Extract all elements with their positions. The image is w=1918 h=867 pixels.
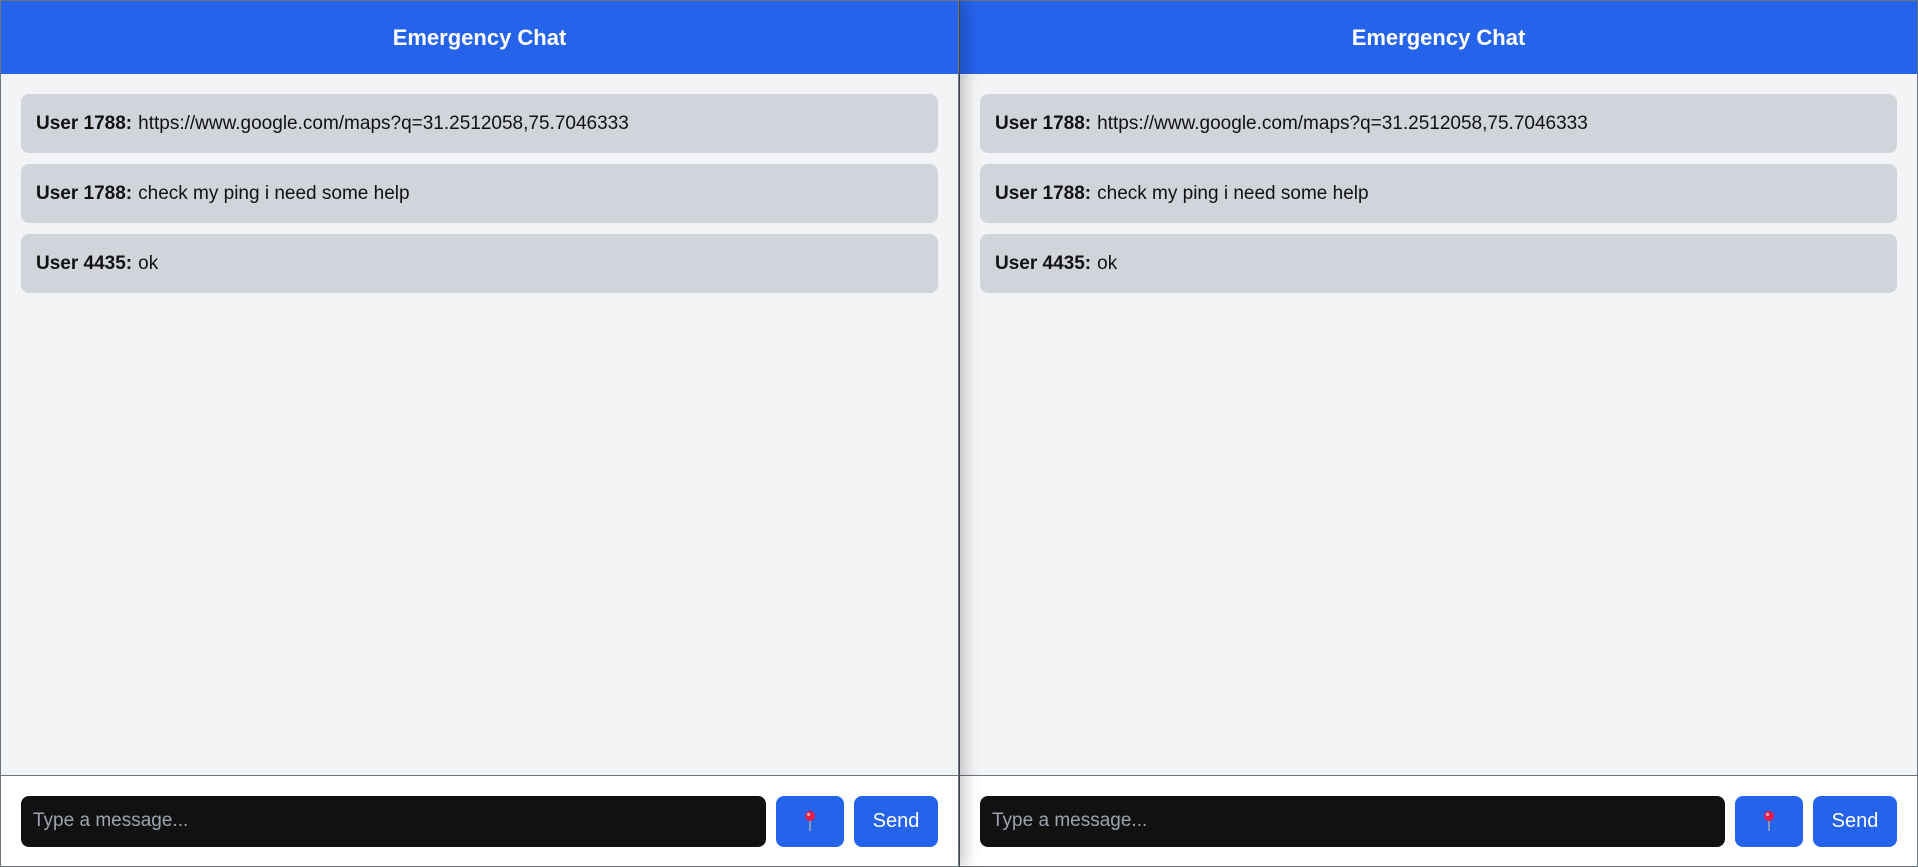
send-button[interactable]: Send — [1813, 795, 1897, 847]
message-text: https://www.google.com/maps?q=31.2512058… — [1097, 112, 1588, 134]
share-location-button[interactable] — [776, 795, 844, 847]
message-sender: User 1788: — [995, 182, 1092, 204]
chat-message: User 4435: ok — [980, 234, 1897, 293]
chat-header: Emergency Chat — [960, 1, 1917, 74]
chat-message: User 4435: ok — [21, 234, 938, 293]
message-composer: Send — [1, 775, 958, 866]
message-input[interactable] — [21, 795, 766, 847]
chat-message: User 1788: https://www.google.com/maps?q… — [21, 94, 938, 153]
message-list[interactable]: User 1788: https://www.google.com/maps?q… — [960, 74, 1917, 775]
message-sender: User 4435: — [36, 252, 133, 274]
message-sender: User 4435: — [995, 252, 1092, 274]
message-sender: User 1788: — [36, 182, 133, 204]
message-sender: User 1788: — [995, 112, 1092, 134]
send-button[interactable]: Send — [854, 795, 938, 847]
chat-title: Emergency Chat — [392, 24, 567, 50]
message-text: check my ping i need some help — [1097, 182, 1369, 204]
chat-header: Emergency Chat — [1, 1, 958, 74]
message-text: ok — [1097, 252, 1118, 274]
message-text: ok — [138, 252, 159, 274]
chat-window-left: Emergency Chat User 1788: https://www.go… — [0, 0, 959, 867]
message-text: check my ping i need some help — [138, 182, 410, 204]
chat-message: User 1788: check my ping i need some hel… — [21, 164, 938, 223]
pushpin-icon — [1762, 810, 1776, 832]
message-input[interactable] — [980, 795, 1725, 847]
chat-message: User 1788: check my ping i need some hel… — [980, 164, 1897, 223]
message-text: https://www.google.com/maps?q=31.2512058… — [138, 112, 629, 134]
pushpin-icon — [803, 810, 817, 832]
screen: Emergency Chat User 1788: https://www.go… — [0, 0, 1918, 867]
share-location-button[interactable] — [1735, 795, 1803, 847]
message-list[interactable]: User 1788: https://www.google.com/maps?q… — [1, 74, 958, 775]
message-composer: Send — [960, 775, 1917, 866]
message-sender: User 1788: — [36, 112, 133, 134]
chat-window-right: Emergency Chat User 1788: https://www.go… — [959, 0, 1918, 867]
chat-title: Emergency Chat — [1351, 24, 1526, 50]
chat-message: User 1788: https://www.google.com/maps?q… — [980, 94, 1897, 153]
